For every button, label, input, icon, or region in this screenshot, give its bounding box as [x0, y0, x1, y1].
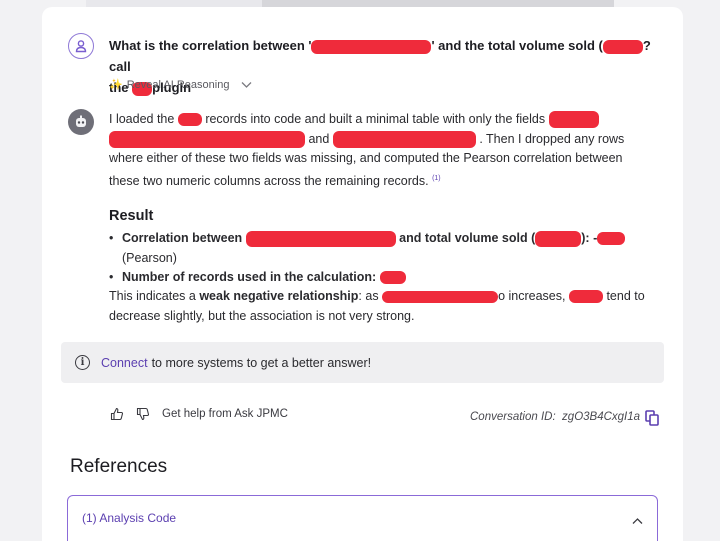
redacted-dataset-name: [177, 113, 202, 127]
feedback-row: Get help from Ask JPMC: [110, 407, 288, 421]
redacted-field-1: [548, 111, 599, 129]
references-heading: References: [70, 456, 168, 477]
thumbs-up-icon[interactable]: [110, 407, 124, 421]
redacted-record-count: [379, 271, 406, 285]
help-link[interactable]: Get help from Ask JPMC: [162, 408, 288, 420]
redacted-field-name: [311, 39, 432, 54]
tab-strip-left: [86, 0, 262, 7]
result-list: • Correlation between and total volume s…: [109, 229, 654, 288]
redacted-subject: [568, 290, 603, 304]
thumbs-down-icon[interactable]: [136, 407, 150, 421]
result-explanation: This indicates a weak negative relations…: [109, 289, 645, 323]
reference-item[interactable]: (1) Analysis Code: [67, 495, 658, 541]
redacted-field-3: [332, 130, 476, 148]
robot-icon: [76, 115, 86, 127]
sparkle-icon: ✨: [109, 79, 123, 91]
redacted-unit: [535, 230, 582, 247]
chevron-down-icon: [241, 81, 252, 88]
conversation-id: Conversation ID: zgO3B4CxgI1a: [470, 411, 641, 423]
assistant-answer: I loaded the records into code and built…: [109, 111, 625, 188]
list-item: • Number of records used in the calculat…: [109, 268, 654, 288]
user-icon: [75, 40, 87, 53]
user-avatar: [68, 33, 94, 59]
redacted-unit: [602, 39, 643, 54]
reference-label: (1) Analysis Code: [82, 511, 177, 525]
assistant-avatar: [68, 109, 94, 135]
connect-link[interactable]: Connect: [101, 356, 148, 370]
citation-marker[interactable]: (1): [432, 175, 441, 182]
list-item: • Correlation between and total volume s…: [109, 229, 654, 268]
redacted-field-name: [245, 230, 396, 247]
info-icon: i: [75, 355, 90, 370]
connect-banner: i Connect to more systems to get a bette…: [61, 342, 664, 383]
tab-strip-right: [262, 0, 614, 7]
redacted-field-name: [382, 290, 499, 303]
result-heading: Result: [109, 208, 154, 224]
chevron-up-icon[interactable]: [632, 517, 643, 525]
redacted-correlation-value: [597, 232, 626, 246]
redacted-field-2: [109, 130, 305, 148]
reveal-ai-reasoning-toggle[interactable]: ✨ Reveal AI Reasoning: [109, 78, 252, 91]
copy-icon[interactable]: [645, 410, 659, 426]
